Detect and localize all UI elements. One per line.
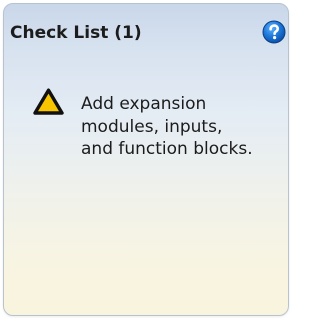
warning-icon: [33, 88, 64, 115]
checklist-item-text: Add expansion modules, inputs, and funct…: [81, 93, 286, 161]
panel-title: Check List (1): [10, 23, 142, 43]
checklist-item-line: modules, inputs,: [81, 116, 223, 137]
checklist-item-line: Add expansion: [81, 94, 207, 114]
checklist-item-line: and function blocks.: [81, 139, 253, 159]
check-list-panel: Check List (1) Add expansion modules, in…: [3, 3, 289, 316]
help-icon[interactable]: [262, 20, 286, 44]
panel-header: Check List (1): [4, 4, 288, 46]
